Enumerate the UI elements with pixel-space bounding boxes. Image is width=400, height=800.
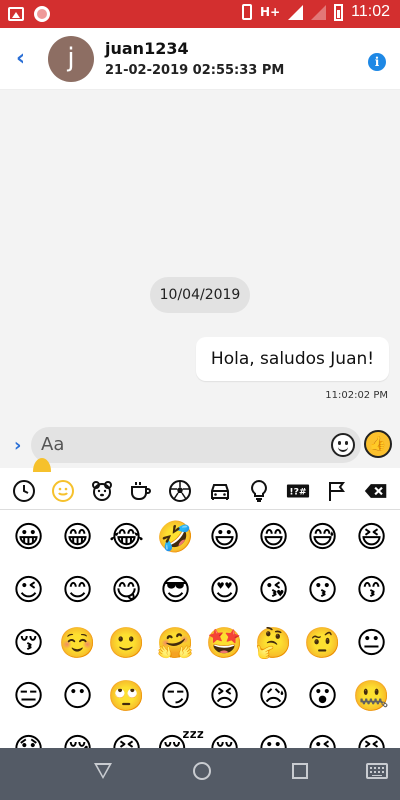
emoji-key[interactable]: 😎	[157, 572, 195, 610]
network-type: H+	[260, 5, 281, 19]
symbols-icon[interactable]: !?#	[285, 478, 311, 504]
composer-bar: › Aa 👍	[0, 424, 400, 468]
record-icon	[34, 6, 50, 22]
vibrate-icon	[242, 4, 253, 20]
emoji-row: 😀 😁 😂 🤣 😃 😄 😅 😆	[0, 511, 400, 564]
system-nav-bar	[0, 748, 400, 800]
emoji-key[interactable]: 😋	[108, 572, 146, 610]
thumbs-up-icon[interactable]: 👍	[364, 430, 392, 458]
emoji-key[interactable]: 🤐	[353, 678, 391, 716]
message-bubble[interactable]: Hola, saludos Juan!	[196, 337, 389, 381]
emoji-key[interactable]: 😛	[255, 731, 293, 749]
backspace-icon[interactable]	[363, 478, 389, 504]
emoji-key[interactable]: 😂	[108, 519, 146, 557]
smiley-icon[interactable]	[331, 433, 355, 457]
signal-secondary-icon	[311, 4, 327, 20]
emoji-key[interactable]: 🤣	[157, 519, 195, 557]
emoji-row: 😚 ☺️ 🙂 🤗 🤩 🤔 🤨 😐	[0, 617, 400, 670]
emoji-key[interactable]: 😆	[353, 519, 391, 557]
date-divider: 10/04/2019	[150, 277, 250, 313]
message-time: 11:02:02 PM	[325, 390, 388, 401]
emoji-key[interactable]: 😉	[10, 572, 48, 610]
chat-header: ‹ j juan1234 21-02-2019 02:55:33 PM i	[0, 28, 400, 90]
recent-icon[interactable]	[11, 478, 37, 504]
emoji-key[interactable]: 😅	[304, 519, 342, 557]
emoji-key[interactable]: 😫	[108, 731, 146, 749]
emoji-key[interactable]: 😏	[157, 678, 195, 716]
emoji-key[interactable]: 🙄	[108, 678, 146, 716]
objects-icon[interactable]	[246, 478, 272, 504]
emoji-key[interactable]: ☺️	[59, 625, 97, 663]
emoji-key[interactable]: 😙	[353, 572, 391, 610]
contact-last-seen: 21-02-2019 02:55:33 PM	[105, 63, 285, 78]
emoji-key[interactable]: 😜	[304, 731, 342, 749]
emoji-key[interactable]: 😥	[255, 678, 293, 716]
emoji-key[interactable]: 😮	[304, 678, 342, 716]
emoji-key[interactable]: 😯	[10, 731, 48, 749]
emoji-key[interactable]: 🤩	[206, 625, 244, 663]
activity-icon[interactable]	[167, 478, 193, 504]
emoji-key[interactable]: 😊	[59, 572, 97, 610]
gallery-icon	[8, 7, 24, 21]
food-icon[interactable]	[128, 478, 154, 504]
emoji-grid[interactable]: 😀 😁 😂 🤣 😃 😄 😅 😆 😉 😊 😋 😎 😍 😘 😗 😙 😚 ☺️ 🙂 🤗 🤩 🤔 🤨 😐 😑 😶 🙄 😏 😣 😥 😮 🤐 😯 😪 😫 😴😌 😛 😜…	[0, 511, 400, 748]
message-input[interactable]: Aa	[31, 427, 361, 463]
emoji-row: 😯 😪 😫 😴😌 😛 😜 😝	[0, 723, 400, 749]
flags-icon[interactable]	[324, 478, 350, 504]
signal-icon	[288, 4, 304, 20]
emoji-key[interactable]: 🤗	[157, 625, 195, 663]
keyboard-icon[interactable]	[366, 763, 388, 779]
info-icon[interactable]: i	[368, 53, 386, 71]
emoji-key[interactable]: 😌	[206, 731, 244, 749]
home-icon[interactable]	[193, 762, 211, 780]
emoji-key[interactable]: 🤔	[255, 625, 293, 663]
conversation-area[interactable]: 10/04/2019 Hola, saludos Juan! 11:02:02 …	[0, 90, 400, 424]
emoji-key[interactable]: 🙂	[108, 625, 146, 663]
emoji-row: 😉 😊 😋 😎 😍 😘 😗 😙	[0, 564, 400, 617]
emoji-key[interactable]: 😍	[206, 572, 244, 610]
emoji-key[interactable]: 😴	[157, 731, 205, 749]
emoji-key[interactable]: 😄	[255, 519, 293, 557]
emoji-category-bar: !?#	[0, 472, 400, 510]
emoji-row: 😑 😶 🙄 😏 😣 😥 😮 🤐	[0, 670, 400, 723]
emoji-key[interactable]: 😪	[59, 731, 97, 749]
travel-icon[interactable]	[207, 478, 233, 504]
smileys-icon[interactable]	[50, 478, 76, 504]
status-bar-notifications	[8, 5, 50, 22]
emoji-key[interactable]: 😶	[59, 678, 97, 716]
chevron-left-icon[interactable]: ‹	[16, 46, 25, 71]
emoji-key[interactable]: 😃	[206, 519, 244, 557]
back-icon[interactable]	[94, 763, 112, 779]
avatar[interactable]: j	[48, 36, 94, 82]
emoji-key[interactable]: 😐	[353, 625, 391, 663]
emoji-key[interactable]: 😀	[10, 519, 48, 557]
battery-icon	[334, 3, 344, 21]
chevron-right-icon[interactable]: ›	[14, 435, 21, 456]
status-bar-system: H+ 11:02	[242, 3, 390, 21]
emoji-key[interactable]: 😘	[255, 572, 293, 610]
animals-icon[interactable]	[89, 478, 115, 504]
emoji-key[interactable]: 😁	[59, 519, 97, 557]
emoji-key[interactable]: 😗	[304, 572, 342, 610]
status-bar: H+ 11:02	[0, 0, 400, 28]
emoji-key[interactable]: 🤨	[304, 625, 342, 663]
emoji-key[interactable]: 😚	[10, 625, 48, 663]
status-time: 11:02	[351, 3, 390, 20]
symbols-label: !?#	[289, 486, 307, 497]
emoji-key[interactable]: 😝	[353, 731, 391, 749]
message-input-placeholder: Aa	[41, 434, 65, 455]
contact-name: juan1234	[105, 39, 189, 58]
emoji-key[interactable]: 😑	[10, 678, 48, 716]
emoji-key[interactable]: 😣	[206, 678, 244, 716]
recents-icon[interactable]	[292, 763, 308, 779]
